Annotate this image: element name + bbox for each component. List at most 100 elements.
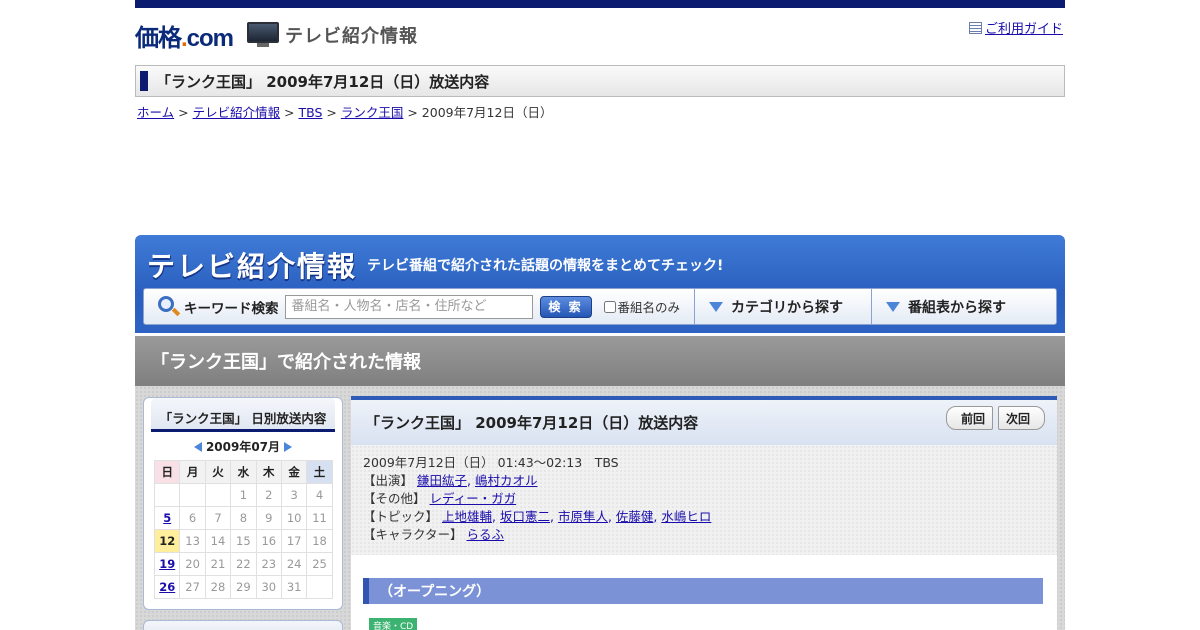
- breadcrumb-program[interactable]: ランク王国: [341, 105, 404, 120]
- triangle-down-icon: [886, 301, 901, 312]
- topic-row: 【トピック】 上地雄輔, 坂口憲二, 市原隼人, 佐藤健, 水嶋ヒロ: [363, 508, 1045, 526]
- tv-icon: [247, 22, 280, 48]
- character-link[interactable]: らるふ: [467, 527, 505, 542]
- calendar-day: 2: [255, 483, 282, 507]
- tab-category-label: カテゴリから探す: [731, 299, 844, 316]
- calendar-month: 2009年07月: [205, 440, 281, 454]
- weekday-header: 水: [230, 460, 257, 484]
- keyword-search-label: キーワード検索: [184, 300, 279, 317]
- calendar-day: 16: [255, 529, 282, 553]
- topic-link[interactable]: 市原隼人: [558, 509, 608, 524]
- calendar-empty-cell: [179, 483, 206, 507]
- logo-text: 価格.com: [135, 24, 234, 52]
- program-only-checkbox[interactable]: [603, 300, 616, 313]
- calendar-title: 「ランク王国」 日別放送内容: [151, 398, 335, 432]
- calendar-day: 21: [204, 552, 232, 576]
- calendar-day: 13: [179, 529, 206, 553]
- calendar-day-link[interactable]: 19: [153, 552, 181, 576]
- character-label: 【キャラクター】: [363, 527, 463, 542]
- calendar-day: 27: [179, 575, 206, 599]
- calendar-day: 28: [204, 575, 232, 599]
- other-link[interactable]: レディー・ガガ: [430, 491, 517, 506]
- hero-catchphrase: テレビ番組で紹介された話題の情報をまとめてチェック!: [367, 258, 724, 274]
- calendar-day: 29: [230, 575, 257, 599]
- calendar-day: 23: [255, 552, 282, 576]
- character-row: 【キャラクター】 らるふ: [363, 526, 1045, 544]
- segment-opening-header: （オープニング）: [363, 578, 1043, 604]
- calendar-day: 4: [306, 483, 333, 507]
- hero-banner: テレビ紹介情報 テレビ番組で紹介された話題の情報をまとめてチェック! キーワード…: [135, 235, 1065, 333]
- page-title-bar: 「ランク王国」 2009年7月12日（日）放送内容: [135, 65, 1065, 97]
- site-logo[interactable]: 価格.com テレビ紹介情報: [135, 20, 418, 52]
- broadcast-header: 「ランク王国」 2009年7月12日（日）放送内容 前回 次回: [351, 400, 1057, 445]
- breadcrumb-tv-info[interactable]: テレビ紹介情報: [193, 105, 281, 120]
- calendar-grid: 日月火水木金土 1 2 3 4 5 6 7 8 9 10 11 12 13 14 15 16 17 18 19 20 21…: [153, 460, 333, 599]
- weekday-header: 月: [179, 460, 206, 484]
- daily-calendar: 「ランク王国」 日別放送内容 2009年07月 日月火水木金土123456789…: [143, 397, 343, 610]
- music-cd-badge: 音楽・CD: [369, 618, 418, 630]
- top-navy-bar: [135, 0, 1065, 8]
- prev-broadcast-button[interactable]: 前回: [945, 406, 993, 430]
- search-button[interactable]: 検 索: [539, 295, 592, 318]
- weekday-header: 土: [306, 460, 333, 484]
- title-marker: [140, 71, 148, 91]
- cast-link[interactable]: 嶋村カオル: [475, 473, 538, 488]
- tab-category-search[interactable]: カテゴリから探す: [694, 288, 871, 325]
- broadcast-title: 「ランク王国」 2009年7月12日（日）放送内容: [365, 414, 699, 432]
- calendar-day: 24: [280, 552, 308, 576]
- keyword-search-input[interactable]: [284, 294, 533, 319]
- broadcast-datetime: 2009年7月12日（日） 01:43～02:13 TBS: [363, 455, 619, 470]
- calendar-day: 11: [306, 506, 333, 530]
- calendar-day: 14: [204, 529, 232, 553]
- cast-link[interactable]: 鎌田紘子: [417, 473, 467, 488]
- tab-program-label: 番組表から探す: [908, 299, 1007, 316]
- calendar-day-selected: 12: [153, 529, 181, 553]
- topic-link[interactable]: 上地雄輔: [442, 509, 492, 524]
- next-month-icon[interactable]: [284, 441, 293, 452]
- program-only-option[interactable]: 番組名のみ: [603, 297, 681, 316]
- calendar-day-link[interactable]: 5: [153, 506, 181, 530]
- calendar-day: 20: [179, 552, 206, 576]
- calendar-day: 10: [280, 506, 308, 530]
- character-list: らるふ: [467, 527, 505, 542]
- calendar-day: 7: [204, 506, 232, 530]
- program-only-label: 番組名のみ: [617, 300, 681, 315]
- breadcrumb-tbs[interactable]: TBS: [299, 105, 323, 120]
- calendar-empty-cell: [204, 483, 232, 507]
- pager: 前回 次回: [945, 406, 1045, 430]
- calendar-day: 6: [179, 506, 206, 530]
- other-label: 【その他】: [363, 491, 426, 506]
- calendar-day: 15: [230, 529, 257, 553]
- breadcrumb-home[interactable]: ホーム: [137, 105, 174, 120]
- breadcrumb: ホーム > テレビ紹介情報 > TBS > ランク王国 > 2009年7月12日…: [137, 102, 552, 121]
- guide-link-wrap: ご利用ガイド: [968, 18, 1063, 37]
- calendar-day-link[interactable]: 26: [153, 575, 181, 599]
- calendar-day: 25: [306, 552, 333, 576]
- breadcrumb-current: 2009年7月12日（日）: [421, 105, 553, 120]
- hero-logo[interactable]: テレビ紹介情報: [147, 245, 357, 285]
- weekday-header: 火: [204, 460, 232, 484]
- search-icon: [158, 295, 181, 318]
- prev-month-icon[interactable]: [193, 441, 202, 452]
- other-row: 【その他】 レディー・ガガ: [363, 490, 1045, 508]
- next-broadcast-button[interactable]: 次回: [997, 406, 1045, 430]
- topic-link[interactable]: 水嶋ヒロ: [661, 509, 711, 524]
- section-title: 「ランク王国」で紹介された情報: [151, 352, 421, 373]
- weekday-header: 金: [280, 460, 308, 484]
- section-header: 「ランク王国」で紹介された情報: [135, 336, 1065, 386]
- topic-link[interactable]: 佐藤健: [616, 509, 654, 524]
- tab-program-guide-search[interactable]: 番組表から探す: [871, 288, 1052, 325]
- calendar-day: 1: [230, 483, 257, 507]
- cast-label: 【出演】: [363, 473, 414, 488]
- topic-link[interactable]: 坂口憲二: [500, 509, 550, 524]
- calendar-empty-cell: [306, 575, 333, 599]
- guide-link[interactable]: ご利用ガイド: [985, 18, 1063, 37]
- calendar-day: 30: [255, 575, 282, 599]
- weekday-header: 日: [153, 460, 181, 484]
- other-list: レディー・ガガ: [430, 491, 517, 506]
- calendar-day: 17: [280, 529, 308, 553]
- broadcast-detail: 「ランク王国」 2009年7月12日（日）放送内容 前回 次回 2009年7月1…: [351, 396, 1057, 630]
- triangle-down-icon: [709, 301, 724, 312]
- calendar-month-nav: 2009年07月: [144, 438, 342, 455]
- topic-label: 【トピック】: [363, 509, 439, 524]
